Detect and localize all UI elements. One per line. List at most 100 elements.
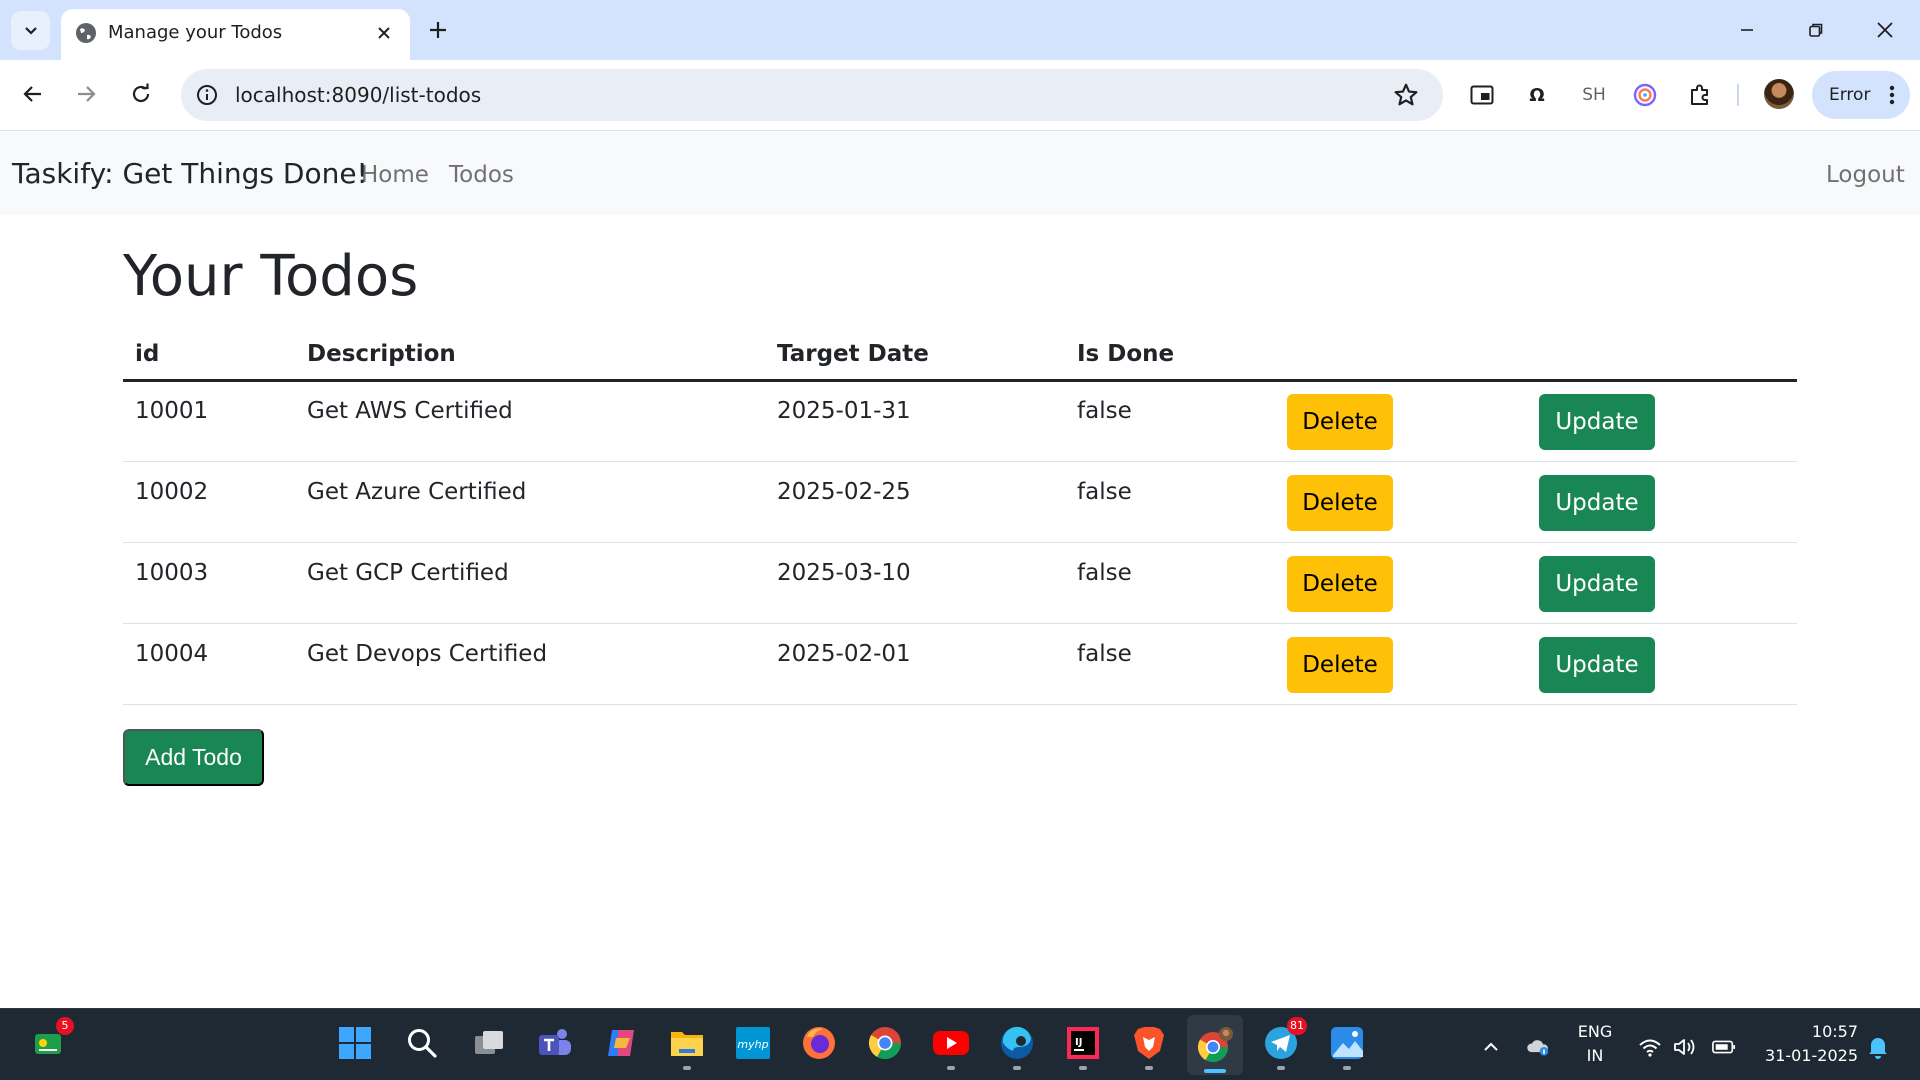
delete-button[interactable]: Delete [1287, 637, 1393, 693]
youtube-icon [933, 1031, 969, 1055]
add-todo-button[interactable]: Add Todo [123, 729, 264, 786]
reload-icon [132, 83, 150, 103]
update-button[interactable]: Update [1539, 475, 1655, 531]
arrow-left-icon [23, 86, 41, 102]
running-indicator [1145, 1066, 1153, 1070]
profile-error-button[interactable]: Error [1812, 71, 1910, 119]
swirl-extension-icon [1633, 83, 1657, 107]
arrow-right-icon [78, 86, 96, 102]
speaker-icon [1674, 1039, 1695, 1055]
nav-link-todos[interactable]: Todos [449, 160, 514, 190]
language-indicator-bottom[interactable]: IN [1574, 1046, 1616, 1066]
notifications-button[interactable] [1866, 1035, 1890, 1059]
bell-icon [1869, 1038, 1887, 1059]
language-indicator-top[interactable]: ENG [1574, 1022, 1616, 1042]
taskbar-brave[interactable] [1129, 1023, 1169, 1070]
nav-link-logout[interactable]: Logout [1826, 160, 1905, 190]
taskbar-task-view[interactable] [469, 1023, 509, 1063]
bookmark-star-icon[interactable] [1393, 82, 1419, 108]
taskbar-firefox[interactable] [799, 1023, 839, 1063]
taskbar-search[interactable] [402, 1023, 442, 1063]
tray-volume-button[interactable] [1673, 1035, 1697, 1059]
taskbar-chrome[interactable] [865, 1023, 905, 1063]
browser-tab-active[interactable]: Manage your Todos [61, 9, 410, 60]
todo-description: Get Devops Certified [307, 641, 548, 667]
url-text[interactable]: localhost:8090/list-todos [235, 82, 481, 108]
tab-title: Manage your Todos [108, 22, 283, 43]
reload-button[interactable] [121, 74, 161, 114]
clock-time[interactable]: 10:57 [1754, 1022, 1858, 1042]
copilot-icon [608, 1030, 634, 1056]
page-title: Your Todos [123, 244, 419, 309]
clock-date[interactable]: 31-01-2025 [1754, 1046, 1858, 1066]
back-button[interactable] [13, 74, 53, 114]
todo-is-done: false [1077, 398, 1132, 424]
todo-id: 10002 [135, 479, 209, 505]
sh-extension-button[interactable]: SH [1577, 81, 1611, 109]
todo-id: 10004 [135, 641, 209, 667]
taskbar-telegram[interactable]: 81 [1261, 1017, 1307, 1070]
tab-close-button[interactable] [373, 22, 395, 44]
kebab-menu-icon [1889, 85, 1895, 105]
taskbar-myhp[interactable]: myhp [733, 1023, 773, 1063]
address-bar[interactable]: localhost:8090/list-todos [181, 69, 1443, 121]
column-header-target-date: Target Date [777, 341, 929, 367]
column-header-description: Description [307, 341, 456, 367]
todo-is-done: false [1077, 641, 1132, 667]
forward-button[interactable] [66, 74, 106, 114]
chrome-profile-icon [1197, 1027, 1233, 1063]
minimize-icon [1741, 29, 1753, 31]
taskbar-teams[interactable] [535, 1023, 575, 1063]
extensions-button[interactable] [1685, 81, 1715, 109]
taskbar-youtube[interactable] [931, 1023, 971, 1070]
todo-description: Get AWS Certified [307, 398, 513, 424]
folder-icon [671, 1032, 703, 1056]
delete-button[interactable]: Delete [1287, 475, 1393, 531]
update-button[interactable]: Update [1539, 394, 1655, 450]
running-indicator [947, 1066, 955, 1070]
navbar-brand[interactable]: Taskify: Get Things Done! [12, 157, 368, 191]
taskbar-copilot[interactable] [601, 1023, 641, 1063]
todo-is-done: false [1077, 560, 1132, 586]
close-window-button[interactable] [1869, 14, 1901, 46]
update-button[interactable]: Update [1539, 556, 1655, 612]
taskbar-start[interactable] [335, 1023, 375, 1063]
running-indicator [1013, 1066, 1021, 1070]
nav-link-home[interactable]: Home [361, 160, 429, 190]
delete-button[interactable]: Delete [1287, 556, 1393, 612]
taskbar-file-explorer[interactable] [667, 1023, 707, 1070]
tab-search-button[interactable] [11, 11, 50, 50]
picture-in-picture-button[interactable] [1468, 81, 1496, 109]
teams-icon [539, 1029, 571, 1055]
update-button[interactable]: Update [1539, 637, 1655, 693]
taskbar-edge[interactable] [997, 1023, 1037, 1070]
tray-wifi-button[interactable] [1638, 1035, 1662, 1059]
restore-icon [1809, 23, 1823, 37]
tray-overflow-button[interactable] [1479, 1035, 1503, 1059]
table-row: 10001 Get AWS Certified 2025-01-31 false… [123, 381, 1797, 462]
taskbar-widgets[interactable]: 5 [28, 1017, 74, 1063]
taskbar-chrome-profile[interactable] [1187, 1015, 1243, 1075]
taskbar-intellij[interactable]: IJ [1063, 1023, 1103, 1070]
new-tab-button[interactable] [424, 16, 452, 44]
restore-button[interactable] [1800, 14, 1832, 46]
tray-battery-button[interactable] [1712, 1035, 1736, 1059]
omega-extension-button[interactable]: Ω [1524, 81, 1550, 109]
firefox-icon [803, 1027, 835, 1059]
puzzle-icon [1691, 84, 1708, 105]
running-indicator [1079, 1066, 1087, 1070]
todo-id: 10001 [135, 398, 209, 424]
photos-icon [1331, 1027, 1363, 1059]
running-indicator [683, 1066, 691, 1070]
close-icon [1877, 22, 1893, 38]
swirl-extension-button[interactable] [1630, 81, 1660, 109]
tray-onedrive-button[interactable] [1526, 1035, 1550, 1059]
running-indicator [1277, 1066, 1285, 1070]
sh-extension-label: SH [1582, 85, 1606, 105]
taskbar-photos[interactable] [1327, 1023, 1367, 1070]
minimize-button[interactable] [1731, 14, 1763, 46]
widgets-badge: 5 [56, 1017, 74, 1035]
delete-button[interactable]: Delete [1287, 394, 1393, 450]
site-info-icon[interactable] [195, 83, 219, 107]
profile-avatar[interactable] [1764, 79, 1794, 109]
